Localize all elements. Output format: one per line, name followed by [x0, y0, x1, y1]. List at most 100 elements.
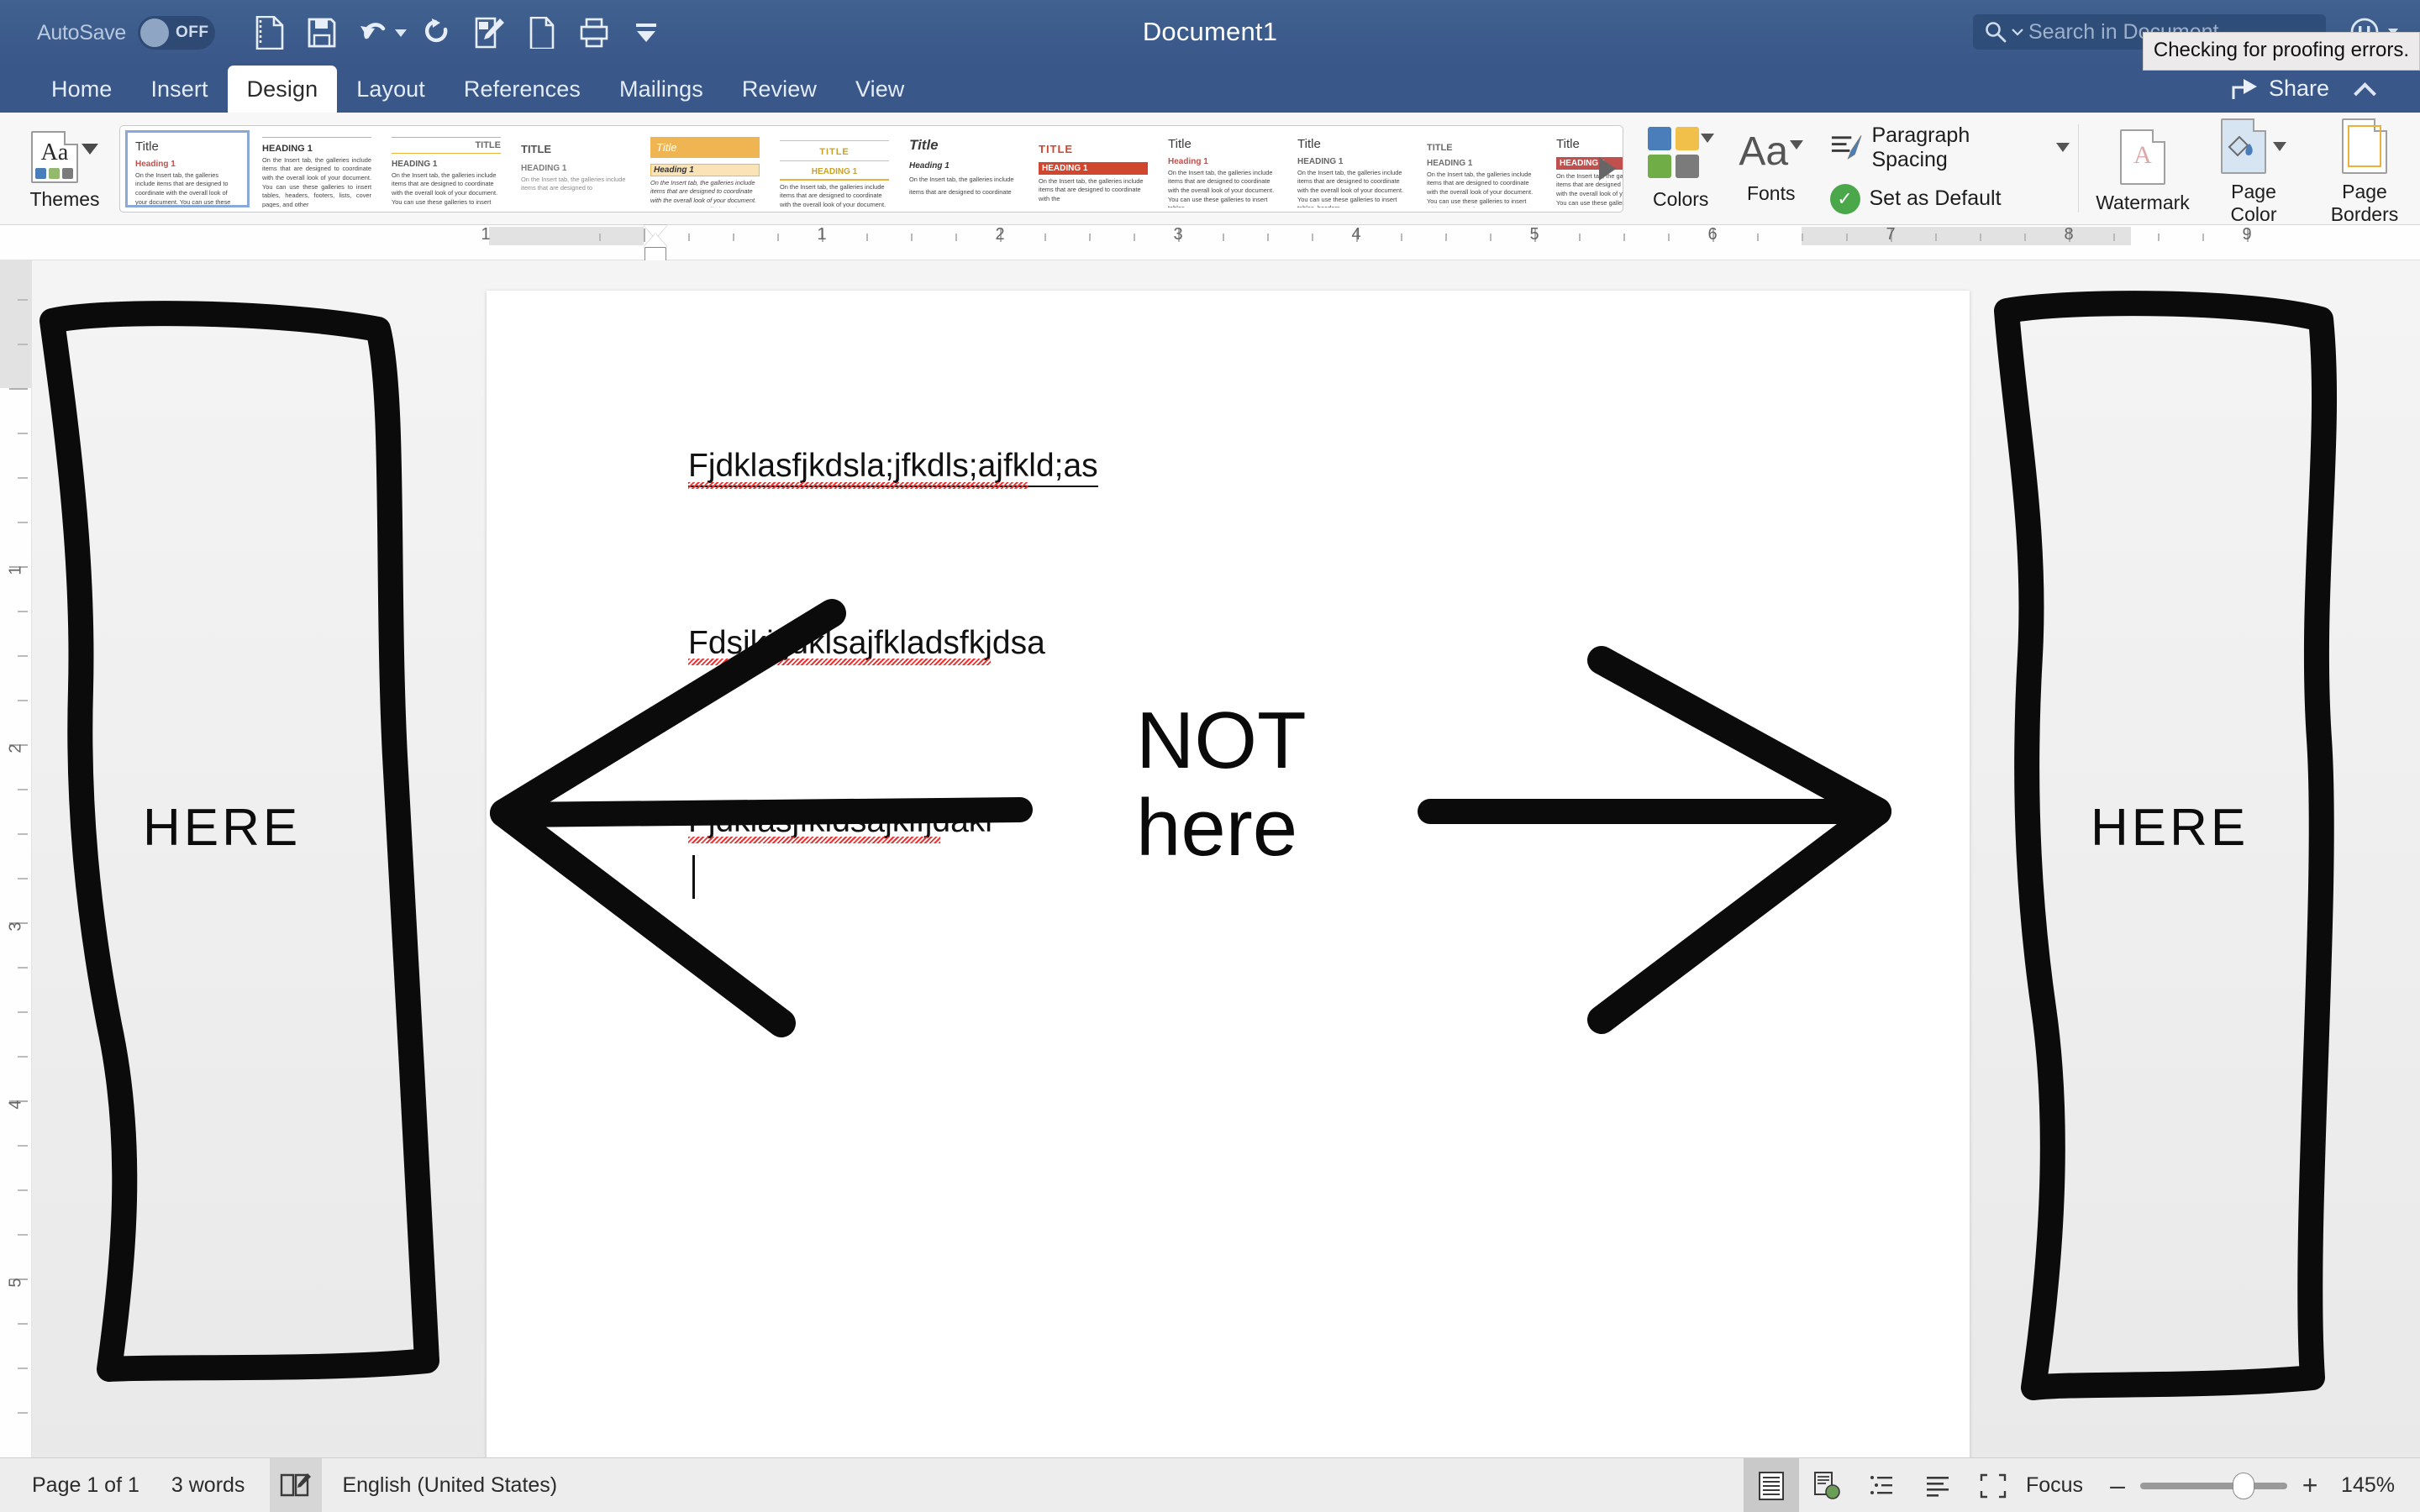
ruler-number: 1	[481, 225, 490, 244]
share-icon	[2232, 77, 2260, 101]
ruler-tick	[1623, 234, 1625, 241]
hanging-indent-marker[interactable]	[644, 234, 667, 247]
ruler-tick	[18, 522, 28, 523]
ruler-tick	[18, 1056, 28, 1058]
page-color-caret-icon[interactable]	[2273, 142, 2286, 151]
share-button[interactable]: Share	[2232, 76, 2329, 102]
ruler-tick	[18, 878, 28, 879]
tab-mailings[interactable]: Mailings	[600, 66, 723, 113]
search-chevron-down-icon	[2012, 28, 2023, 36]
gallery-item-lines-simple[interactable]: HEADING 1 On the Insert tab, the galleri…	[255, 130, 379, 207]
language-indicator[interactable]: English (United States)	[342, 1473, 557, 1498]
word-count[interactable]: 3 words	[171, 1473, 245, 1498]
ribbon-tab-bar: Home Insert Design Layout References Mai…	[0, 66, 2420, 113]
gallery-item-banded[interactable]: Title Heading 1 On the Insert tab, the g…	[643, 130, 767, 207]
proofing-status-button[interactable]	[270, 1458, 322, 1512]
spellcheck-squiggle	[688, 837, 940, 843]
tab-insert[interactable]: Insert	[131, 66, 227, 113]
ruler-tick	[18, 789, 28, 790]
ruler-number: 2	[995, 225, 1004, 244]
document-page[interactable]: Fjdklasfjkdsla;jfkdls;ajfkld;as Fdsikjfj…	[487, 291, 1970, 1465]
gallery-item-title: TITLE	[392, 140, 501, 150]
search-icon	[1985, 21, 2007, 43]
ruler-tick	[599, 234, 601, 241]
gallery-item-body: On the Insert tab, the galleries include…	[650, 179, 760, 207]
page-color-button[interactable]: Page Color	[2198, 112, 2309, 225]
gallery-item-title: TITLE	[521, 143, 630, 155]
text-cursor	[692, 855, 695, 899]
document-line-1[interactable]: Fjdklasfjkdsla;jfkdls;ajfkld;as	[688, 448, 1098, 487]
ruler-tick	[2158, 234, 2160, 241]
document-line-2[interactable]: Fdsikjfjdklsajfkladsfkjdsa	[688, 625, 1045, 662]
gallery-item-title: Title	[135, 139, 239, 154]
ruler-tick	[955, 234, 957, 241]
gallery-next-arrow-icon[interactable]	[1599, 157, 1616, 181]
themes-button[interactable]: Aa Themes	[15, 126, 114, 211]
gallery-item-basic-lines[interactable]: TITLE HEADING 1 On the Insert tab, the g…	[772, 130, 897, 207]
gallery-item-body: On the Insert tab, the galleries include…	[262, 156, 371, 207]
colors-dropdown-caret-icon[interactable]	[1701, 134, 1714, 143]
fonts-dropdown-caret-icon[interactable]	[1790, 140, 1803, 150]
print-layout-view-button[interactable]	[1744, 1458, 1799, 1512]
gallery-item-title-right[interactable]: TITLE HEADING 1 On the Insert tab, the g…	[384, 130, 508, 207]
fonts-label: Fonts	[1747, 182, 1796, 205]
page-borders-button[interactable]: Page Borders	[2309, 112, 2420, 225]
tab-review[interactable]: Review	[723, 66, 836, 113]
ruler-tick	[18, 611, 28, 612]
document-formatting-gallery[interactable]: Title Heading 1 On the Insert tab, the g…	[119, 125, 1623, 213]
status-bar: Page 1 of 1 3 words English (United Stat…	[0, 1457, 2420, 1512]
draft-icon	[1924, 1475, 1951, 1497]
gallery-item-lines-stylish[interactable]: Title HEADING 1 On the Insert tab, the g…	[1290, 130, 1414, 207]
tab-home[interactable]: Home	[32, 66, 131, 113]
zoom-out-button[interactable]: –	[2103, 1470, 2132, 1501]
ruler-tick	[1935, 234, 1937, 241]
left-here-label: HERE	[143, 798, 301, 858]
zoom-slider-knob[interactable]	[2233, 1473, 2254, 1499]
gallery-item-casual[interactable]: Title Heading 1 On the Insert tab, the g…	[902, 130, 1026, 207]
horizontal-ruler[interactable]: 1234567891	[0, 225, 2420, 260]
outline-icon	[1869, 1473, 1896, 1499]
tab-layout[interactable]: Layout	[337, 66, 445, 113]
fonts-button[interactable]: Aa Fonts	[1726, 132, 1817, 205]
zoom-slider[interactable]	[2140, 1483, 2287, 1489]
tab-design[interactable]: Design	[228, 66, 338, 113]
paragraph-spacing-button[interactable]: Paragraph Spacing	[1830, 123, 2070, 172]
vertical-ruler[interactable]: 12345	[0, 260, 32, 1457]
draft-view-button[interactable]	[1910, 1458, 1965, 1512]
watermark-button[interactable]: A Watermark	[2087, 123, 2198, 213]
set-as-default-label: Set as Default	[1870, 186, 2002, 211]
gallery-item-office[interactable]: Title Heading 1 On the Insert tab, the g…	[125, 130, 250, 207]
ruler-tick	[9, 388, 28, 390]
ruler-tick	[1757, 234, 1759, 241]
gallery-item-title-left[interactable]: TITLE HEADING 1 On the Insert tab, the g…	[513, 130, 638, 207]
themes-dropdown-caret-icon[interactable]	[82, 144, 98, 155]
gallery-item-centered[interactable]: TITLE HEADING 1 On the Insert tab, the g…	[1031, 130, 1155, 207]
gallery-item-minimalist[interactable]: TITLE HEADING 1 On the Insert tab, the g…	[1419, 130, 1544, 207]
web-layout-view-button[interactable]	[1799, 1458, 1854, 1512]
document-line-3[interactable]: Fjdklasjfkldsajklfjdakl	[688, 803, 992, 840]
set-as-default-button[interactable]: ✓ Set as Default	[1830, 184, 2070, 214]
paragraph-spacing-caret-icon[interactable]	[2056, 143, 2070, 152]
ribbon-collapse-chevron-icon[interactable]	[2354, 82, 2376, 105]
ruler-tick	[866, 234, 868, 241]
ruler-tick	[18, 299, 28, 301]
gallery-item-heading: Heading 1	[909, 161, 1018, 171]
right-here-label: HERE	[2091, 798, 2249, 858]
gallery-item-lines-distinctive[interactable]: Title Heading 1 On the Insert tab, the g…	[1160, 130, 1285, 207]
watermark-icon: A	[2120, 129, 2165, 185]
tab-view[interactable]: View	[836, 66, 923, 113]
ruler-tick	[18, 344, 28, 345]
tab-references[interactable]: References	[445, 66, 600, 113]
ruler-tick	[1846, 234, 1848, 241]
focus-mode-button[interactable]	[1965, 1458, 2021, 1512]
zoom-percentage[interactable]: 145%	[2341, 1473, 2395, 1498]
page-count[interactable]: Page 1 of 1	[32, 1473, 139, 1498]
gallery-item-heading: HEADING 1	[392, 160, 501, 169]
themes-label: Themes	[29, 188, 99, 211]
focus-label[interactable]: Focus	[2026, 1473, 2083, 1498]
colors-button[interactable]: Colors	[1635, 127, 1726, 211]
gallery-item-body: On the Insert tab, the galleries include…	[1039, 177, 1148, 204]
zoom-in-button[interactable]: +	[2296, 1470, 2324, 1501]
outline-view-button[interactable]	[1854, 1458, 1910, 1512]
ruler-number: 9	[2242, 225, 2251, 244]
